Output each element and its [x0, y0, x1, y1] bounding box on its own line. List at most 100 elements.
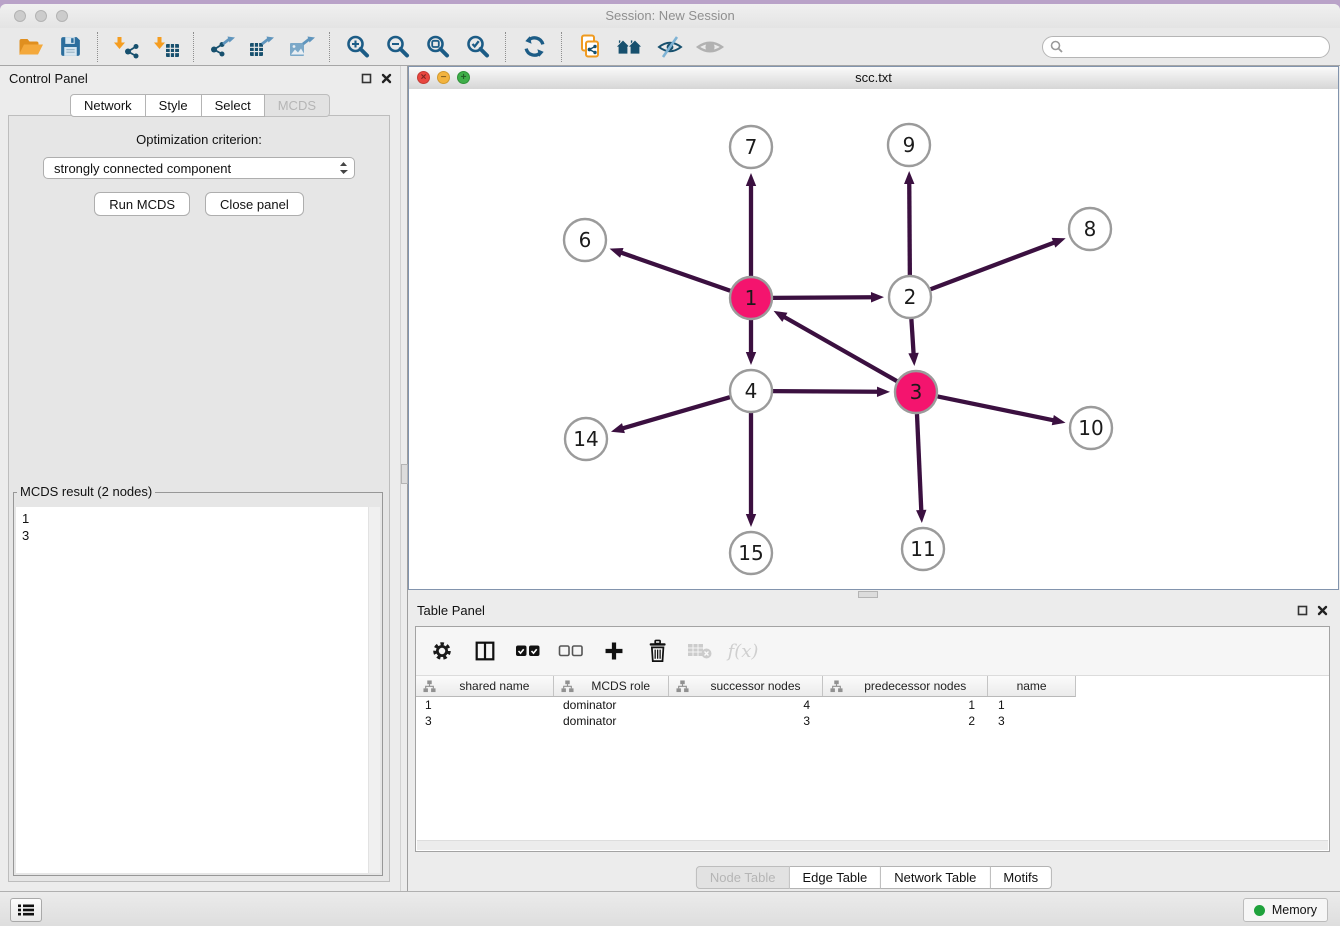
graph-node-8[interactable]: 8 [1069, 208, 1111, 250]
show-eye-button[interactable] [690, 30, 730, 64]
optimization-criterion-label: Optimization criterion: [9, 132, 389, 147]
select-all-columns-button[interactable] [514, 636, 542, 666]
graph-node-14[interactable]: 14 [565, 418, 607, 460]
main-toolbar [0, 28, 1340, 66]
graph-node-2[interactable]: 2 [889, 276, 931, 318]
graph-node-4[interactable]: 4 [730, 370, 772, 412]
tab-node-table[interactable]: Node Table [696, 866, 790, 889]
export-network-button[interactable] [202, 30, 242, 64]
graph-node-10[interactable]: 10 [1070, 407, 1112, 449]
graph-edge-1-7[interactable] [746, 173, 756, 276]
graph-node-3[interactable]: 3 [895, 371, 937, 413]
table-row[interactable]: 3dominator323 [416, 713, 1329, 729]
run-mcds-button[interactable]: Run MCDS [94, 192, 190, 216]
search-input[interactable] [1068, 37, 1322, 57]
hide-selected-button[interactable] [650, 30, 690, 64]
network-canvas[interactable]: 1 2 3 4 6 7 8 9 10 11 14 15 [409, 89, 1338, 589]
network-graph[interactable]: 1 2 3 4 6 7 8 9 10 11 14 15 [409, 89, 1338, 589]
graph-edge-1-2[interactable] [773, 292, 884, 302]
graph-node-1[interactable]: 1 [730, 277, 772, 319]
table-panel: Table Panel f(x) shared nameMCDS rolesuc… [408, 598, 1340, 892]
deselect-all-columns-button[interactable] [557, 636, 585, 666]
graph-node-15[interactable]: 15 [730, 532, 772, 574]
splitter-grip[interactable] [858, 591, 878, 598]
function-builder-button[interactable]: f(x) [729, 636, 757, 666]
column-settings-button[interactable] [428, 636, 456, 666]
export-network-icon [208, 35, 236, 59]
close-panel-icon[interactable] [1317, 605, 1328, 616]
zoom-fit-button[interactable] [418, 30, 458, 64]
import-network-button[interactable] [106, 30, 146, 64]
add-column-button[interactable] [600, 636, 628, 666]
task-history-button[interactable] [10, 898, 42, 922]
column-header-name[interactable]: name [988, 676, 1075, 696]
export-image-button[interactable] [282, 30, 322, 64]
table-cell: 3 [416, 713, 554, 729]
column-header-shared-name[interactable]: shared name [416, 676, 554, 696]
graph-edge-2-8[interactable] [931, 238, 1066, 289]
import-table-button[interactable] [146, 30, 186, 64]
tab-style[interactable]: Style [146, 94, 202, 117]
homes-button[interactable] [610, 30, 650, 64]
graph-edge-1-6[interactable] [610, 248, 731, 291]
graph-edge-4-3[interactable] [773, 387, 890, 397]
network-minimize-button[interactable]: − [437, 71, 450, 84]
save-session-button[interactable] [50, 30, 90, 64]
tab-select[interactable]: Select [202, 94, 265, 117]
graph-edge-1-4[interactable] [746, 320, 756, 365]
zoom-out-button[interactable] [378, 30, 418, 64]
toolbar-separator [561, 32, 563, 62]
close-panel-button[interactable]: Close panel [205, 192, 304, 216]
result-scrollbar[interactable] [368, 507, 380, 873]
apply-layout-button[interactable] [514, 30, 554, 64]
vertical-splitter[interactable] [400, 66, 408, 892]
graph-edge-2-9[interactable] [904, 171, 914, 275]
splitter-grip[interactable] [401, 464, 408, 484]
graph-node-11[interactable]: 11 [902, 528, 944, 570]
column-type-icon [561, 680, 574, 693]
zoom-selected-button[interactable] [458, 30, 498, 64]
network-close-button[interactable]: × [417, 71, 430, 84]
column-header-successor-nodes[interactable]: successor nodes [669, 676, 824, 696]
table-row[interactable]: 1dominator411 [416, 697, 1329, 713]
close-window-button[interactable] [14, 10, 26, 22]
memory-button[interactable]: Memory [1243, 898, 1328, 922]
panel-layout-button[interactable] [471, 636, 499, 666]
table-cell: 1 [416, 697, 554, 713]
column-header-MCDS-role[interactable]: MCDS role [554, 676, 669, 696]
tab-network[interactable]: Network [70, 94, 146, 117]
open-session-button[interactable] [10, 30, 50, 64]
float-panel-icon[interactable] [361, 73, 372, 84]
table-cell: 1 [824, 697, 989, 713]
graph-edge-4-15[interactable] [746, 413, 756, 527]
tab-motifs[interactable]: Motifs [990, 866, 1052, 889]
graph-node-6[interactable]: 6 [564, 219, 606, 261]
checked-boxes-icon [515, 644, 541, 658]
close-panel-icon[interactable] [381, 73, 392, 84]
new-network-from-selection-button[interactable] [570, 30, 610, 64]
column-header-predecessor-nodes[interactable]: predecessor nodes [823, 676, 988, 696]
table-panel-tabs: Node TableEdge TableNetwork TableMotifs [696, 866, 1052, 889]
table-horizontal-scrollbar[interactable] [417, 840, 1328, 850]
network-maximize-button[interactable]: + [457, 71, 470, 84]
delete-table-button[interactable] [686, 636, 714, 666]
graph-edge-4-14[interactable] [611, 397, 730, 433]
tab-mcds[interactable]: MCDS [265, 94, 330, 117]
delete-column-button[interactable] [643, 636, 671, 666]
zoom-in-button[interactable] [338, 30, 378, 64]
criterion-select[interactable]: strongly connected component [43, 157, 355, 179]
mcds-result-textarea[interactable]: 13 [16, 507, 380, 873]
graph-edge-2-3[interactable] [908, 319, 918, 366]
float-panel-icon[interactable] [1297, 605, 1308, 616]
graph-edge-3-11[interactable] [916, 414, 926, 523]
export-table-button[interactable] [242, 30, 282, 64]
graph-edge-3-1[interactable] [774, 311, 897, 381]
maximize-window-button[interactable] [56, 10, 68, 22]
graph-node-9[interactable]: 9 [888, 124, 930, 166]
minimize-window-button[interactable] [35, 10, 47, 22]
tab-edge-table[interactable]: Edge Table [789, 866, 881, 889]
graph-edge-3-10[interactable] [938, 396, 1066, 425]
tab-network-table[interactable]: Network Table [881, 866, 990, 889]
graph-node-7[interactable]: 7 [730, 126, 772, 168]
horizontal-splitter[interactable] [408, 590, 1340, 598]
